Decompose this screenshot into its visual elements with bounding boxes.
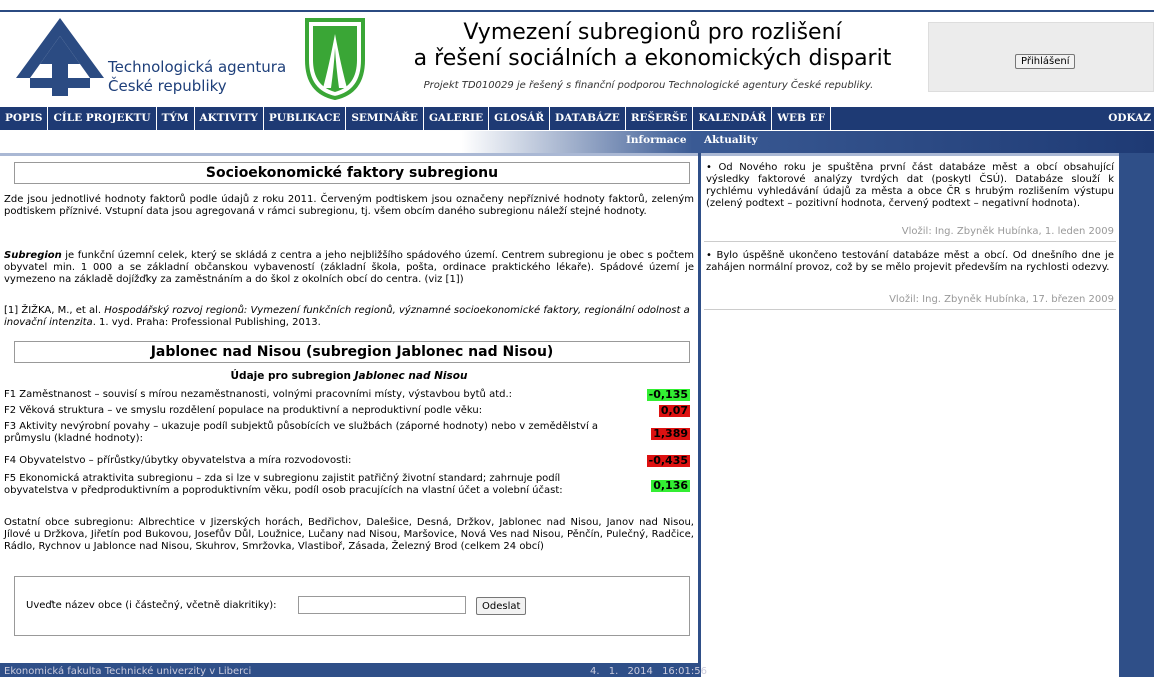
region-heading: Jablonec nad Nisou (subregion Jablonec n…: [14, 341, 690, 363]
subregion-term: Subregion: [4, 250, 62, 261]
submit-button[interactable]: Odeslat: [476, 597, 527, 615]
page-title-line1: Vymezení subregionů pro rozlišení: [463, 20, 842, 45]
nav-item-galerie[interactable]: GALERIE: [424, 107, 490, 130]
municipality-search-input[interactable]: [298, 596, 466, 614]
search-label: Uveďte název obce (i částečný, včetně di…: [26, 600, 277, 611]
nav-item-databaze[interactable]: DATABÁZE: [550, 107, 626, 130]
factor-row-f4: F4 Obyvatelstvo – přírůstky/úbytky obyva…: [4, 455, 694, 469]
news-signature: Vložil: Ing. Zbyněk Hubínka, 1. leden 20…: [901, 226, 1114, 237]
news-item: • Bylo úspěšně ukončeno testování databá…: [706, 250, 1114, 273]
page-title-line2: a řešení sociálních a ekonomických dispa…: [413, 46, 892, 71]
footer-institution: Ekonomická fakulta Technické univerzity …: [4, 666, 252, 677]
data-title-prefix: Údaje pro subregion: [230, 370, 355, 382]
factor-value: 0,136: [651, 479, 690, 492]
top-strip: [0, 0, 1154, 10]
subregion-definition: Subregion je funkční územní celek, který…: [4, 250, 694, 286]
reference-suffix: . 1. vyd. Praha: Professional Publishing…: [92, 317, 321, 328]
reference: [1] ŽIŽKA, M., et al. Hospodářský rozvoj…: [4, 305, 694, 329]
page-subtitle: Projekt TD010029 je řešený s finanční po…: [423, 80, 874, 91]
factor-value: 1,389: [651, 427, 690, 440]
intro-text: Zde jsou jednotlivé hodnoty faktorů podl…: [4, 194, 694, 217]
login-button[interactable]: Přihlášení: [1015, 54, 1076, 69]
news-divider: [704, 241, 1116, 242]
factor-value: 0,07: [658, 404, 690, 417]
news-item: • Od Nového roku je spuštěna první část …: [706, 162, 1114, 209]
agency-name-line1: Technologická agentura: [108, 58, 287, 76]
subnav-info-label: Informace: [626, 134, 687, 146]
nav-item-aktivity[interactable]: AKTIVITY: [195, 107, 264, 130]
factor-label: F1 Zaměstnanost – souvisí s mírou nezamě…: [4, 389, 513, 400]
nav-item-cile-projektu[interactable]: CÍLE PROJEKTU: [48, 107, 157, 130]
factor-value: -0,435: [646, 454, 690, 467]
nav-item-kalendar[interactable]: KALENDÁŘ: [693, 107, 773, 130]
factor-value: -0,135: [646, 388, 690, 401]
news-signature: Vložil: Ing. Zbyněk Hubínka, 17. březen …: [889, 294, 1114, 305]
nav-item-seminare[interactable]: SEMINÁŘE: [346, 107, 424, 130]
subnav-news-label: Aktuality: [704, 134, 758, 146]
factor-row-f5: F5 Ekonomická atraktivita subregionu – z…: [4, 473, 694, 499]
footer-datetime: 4. 1. 2014 16:01:56: [590, 666, 707, 677]
factor-row-f1: F1 Zaměstnanost – souvisí s mírou nezamě…: [4, 389, 694, 403]
subregion-definition-text: je funkční územní celek, který se skládá…: [4, 250, 694, 285]
nav-item-glosar[interactable]: GLOSÁŘ: [489, 107, 551, 130]
technology-agency-logo: [16, 18, 104, 96]
section-heading: Socioekonomické faktory subregionu: [14, 162, 690, 184]
factor-label: F4 Obyvatelstvo – přírůstky/úbytky obyva…: [4, 455, 352, 466]
data-title-region: Jablonec nad Nisou: [354, 370, 468, 382]
main-nav: POPIS CÍLE PROJEKTU TÝM AKTIVITY PUBLIKA…: [0, 107, 1154, 130]
news-divider: [704, 309, 1116, 310]
factor-label: F2 Věková struktura – ve smyslu rozdělen…: [4, 405, 483, 416]
agency-name-line2: České republiky: [108, 77, 227, 95]
factor-label: F5 Ekonomická atraktivita subregionu – z…: [4, 473, 563, 496]
nav-item-popis[interactable]: POPIS: [0, 107, 49, 130]
sub-nav: [0, 131, 1154, 153]
nav-item-tym[interactable]: TÝM: [157, 107, 195, 130]
project-logo: [305, 18, 365, 100]
nav-item-web-ef[interactable]: WEB EF: [772, 107, 832, 130]
nav-item-publikace[interactable]: PUBLIKACE: [264, 107, 347, 130]
factor-label: F3 Aktivity nevýrobní povahy – ukazuje p…: [4, 421, 599, 444]
reference-prefix: [1] ŽIŽKA, M., et al.: [4, 305, 105, 316]
data-title: Údaje pro subregion Jablonec nad Nisou: [0, 370, 698, 382]
nav-item-reserse[interactable]: REŠERŠE: [626, 107, 694, 130]
factor-row-f2: F2 Věková struktura – ve smyslu rozdělen…: [4, 405, 694, 419]
factor-row-f3: F3 Aktivity nevýrobní povahy – ukazuje p…: [4, 421, 694, 447]
nav-item-odkazy[interactable]: ODKAZ: [1105, 107, 1154, 130]
other-municipalities: Ostatní obce subregionu: Albrechtice v J…: [4, 517, 694, 552]
